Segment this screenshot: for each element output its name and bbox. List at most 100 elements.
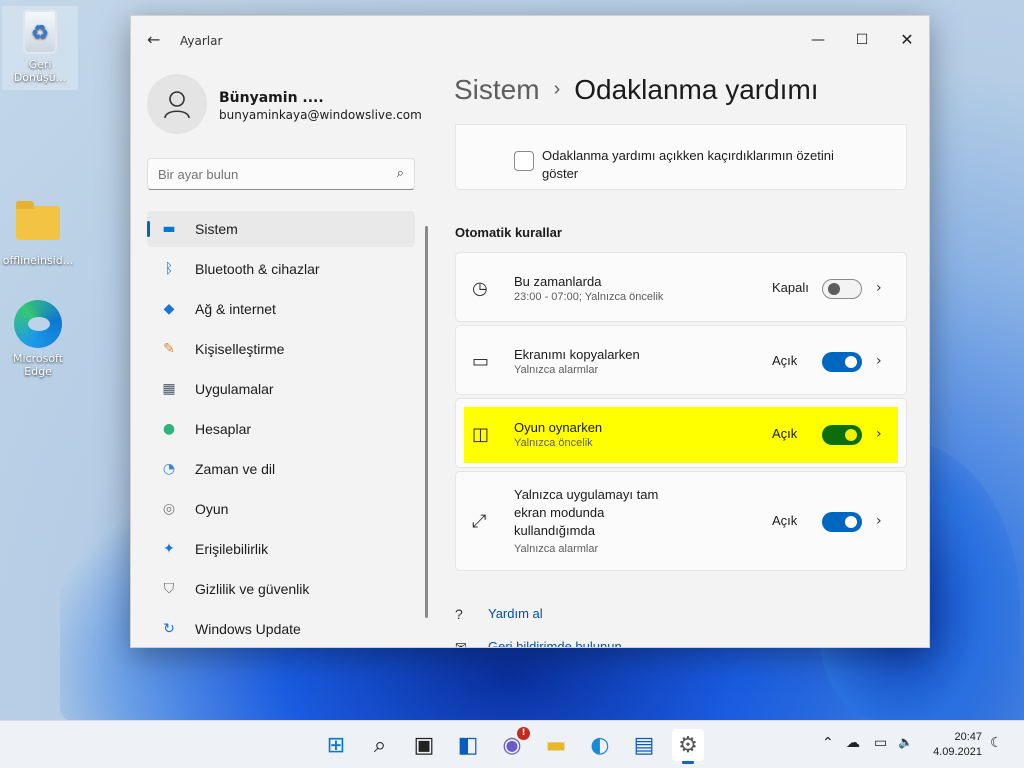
sidebar-item-uygulamalar[interactable]: ▦ Uygulamalar [147,371,415,407]
sidebar-item-eri-ilebilirlik[interactable]: ✦ Erişilebilirlik [147,531,415,567]
start-taskbar-button[interactable]: ⊞ [320,729,352,761]
edge-icon: ◐ [590,732,610,758]
rule-icon: ◫ [472,424,490,445]
notification-moon-icon[interactable]: ☾ [990,735,1003,751]
rule-card[interactable]: ◫ Oyun oynarken Yalnızca öncelik Açık › [455,398,907,468]
chat-taskbar-button[interactable]: ◉! [496,727,530,761]
widgets-taskbar-button[interactable]: ◧ [452,729,484,761]
sidebar-item-label: Oyun [195,501,229,517]
sidebar-item-oyun[interactable]: ◎ Oyun [147,491,415,527]
rule-toggle[interactable] [822,352,862,372]
taskbar: ⊞ ⌕ ▣ ◧ ◉! ▬ ◐ ▤ ⚙ ⌃ ☁ ▭ 🔈 20:47 4.09.2021 ☾ [0,720,1024,768]
notification-badge: ! [517,727,530,740]
sidebar-item-icon: ↻ [163,621,175,637]
sidebar-item-label: Sistem [195,221,238,237]
rule-toggle[interactable] [822,279,862,299]
chevron-right-icon[interactable]: › [876,353,882,369]
sidebar-item-windows-update[interactable]: ↻ Windows Update [147,611,415,647]
rule-card[interactable]: ◷ Bu zamanlarda 23:00 - 07:00; Yalnızca ön… [455,252,907,322]
network-icon[interactable]: ▭ [874,735,887,751]
edge-taskbar-button[interactable]: ◐ [584,729,616,761]
sidebar-item-a-internet[interactable]: ◆ Ağ & internet [147,291,415,327]
search-box[interactable]: ⌕ [147,158,415,190]
sidebar-item-icon: ◆ [163,301,175,317]
rule-state: Açık [772,426,798,441]
rule-toggle[interactable] [822,425,862,445]
sidebar-item-label: Ağ & internet [195,301,276,317]
rule-card[interactable]: ⤢ Yalnızca uygulamayı tam ekran modunda k… [455,471,907,571]
file-explorer-taskbar-button[interactable]: ▬ [540,729,572,761]
volume-icon[interactable]: 🔈 [898,735,913,749]
rule-title: Ekranımı kopyalarken [514,347,640,362]
store-icon: ▤ [633,732,655,758]
clock[interactable]: 20:47 4.09.2021 [930,730,982,760]
task-view-taskbar-button[interactable]: ▣ [408,729,440,761]
folder-icon [16,201,60,240]
search-icon[interactable]: ⌕ [397,166,404,181]
rule-subtitle: Yalnızca alarmlar [514,543,599,555]
search-taskbar-button[interactable]: ⌕ [364,729,396,761]
sidebar-item-zaman-ve-dil[interactable]: ◔ Zaman ve dil [147,451,415,487]
sidebar-item-icon: ⛉ [163,581,175,597]
sidebar-item-label: Windows Update [195,621,301,637]
desktop-icon-label: Microsoft Edge [12,352,64,378]
search-input[interactable] [148,159,368,189]
file-explorer-icon: ▬ [545,732,567,758]
sidebar-item-icon: ᛒ [164,261,174,277]
close-button[interactable]: ✕ [884,24,929,56]
sidebar-item-icon: ◔ [162,461,176,477]
tray-chevron-icon[interactable]: ⌃ [822,735,834,751]
widgets-icon: ◧ [457,732,479,758]
desktop-icon-edge[interactable]: Microsoft Edge [0,300,76,378]
sidebar-item-label: Erişilebilirlik [195,541,269,557]
sidebar-item-label: Hesaplar [195,421,252,437]
rule-toggle[interactable] [822,512,862,532]
clock-time: 20:47 [954,731,982,743]
store-taskbar-button[interactable]: ▤ [628,729,660,761]
sidebar-item-label: Gizlilik ve güvenlik [195,581,310,597]
onedrive-cloud-icon[interactable]: ☁ [846,735,860,751]
section-title: Otomatik kurallar [455,225,562,240]
scrollbar[interactable] [425,226,428,618]
rule-subtitle: Yalnızca alarmlar [514,364,599,376]
sidebar-item-gizlilik-ve-g-venlik[interactable]: ⛉ Gizlilik ve güvenlik [147,571,415,607]
sidebar-item-ki-iselle-tirme[interactable]: ✎ Kişiselleştirme [147,331,415,367]
desktop-icon-folder[interactable]: offlineinsid... [0,201,76,267]
chevron-right-icon[interactable]: › [876,280,882,296]
profile-email: bunyaminkaya@windowslive.com [219,108,422,122]
sidebar-item-label: Bluetooth & cihazlar [195,261,320,277]
avatar [147,74,207,134]
sidebar-item-bluetooth-cihazlar[interactable]: ᛒ Bluetooth & cihazlar [147,251,415,287]
clock-date: 4.09.2021 [933,746,982,758]
back-arrow-icon[interactable]: ← [147,30,160,49]
toggle-knob [845,429,857,441]
breadcrumb-sistem[interactable]: Sistem [454,74,540,105]
rule-subtitle: Yalnızca öncelik [514,437,593,449]
minimize-button[interactable]: — [795,24,841,56]
desktop-icon-label: offlineinsid... [2,254,74,267]
breadcrumb-separator-icon: › [553,78,561,100]
settings-taskbar-button[interactable]: ⚙ [672,729,704,764]
summary-option-card: Odaklanma yardımı açıkken kaçırdıklarımı… [455,124,907,190]
settings-icon: ⚙ [678,732,698,758]
start-icon: ⊞ [326,732,346,758]
chevron-right-icon[interactable]: › [876,513,882,529]
maximize-button[interactable]: ☐ [839,24,885,56]
sidebar-item-hesaplar[interactable]: ● Hesaplar [147,411,415,447]
feedback-link-label: Geri bildirimde bulunun [488,639,622,648]
rule-subtitle: 23:00 - 07:00; Yalnızca öncelik [514,291,664,303]
chevron-right-icon[interactable]: › [876,426,882,442]
rule-card[interactable]: ▭ Ekranımı kopyalarken Yalnızca alarmlar Aç… [455,325,907,395]
page-title: Sistem › Odaklanma yardımı [454,74,819,106]
summary-checkbox[interactable] [514,151,534,171]
app-title: Ayarlar [180,34,223,48]
desktop-icon-label: Geri Dönüşü... [13,58,67,84]
person-icon [164,91,190,119]
sidebar-item-icon: ▦ [162,381,176,397]
task-view-icon: ▣ [413,732,435,758]
sidebar-item-sistem[interactable]: ▬ Sistem [147,211,415,247]
rule-icon: ▭ [472,351,490,372]
feedback-icon: ✉ [455,639,467,648]
summary-checkbox-label: Odaklanma yardımı açıkken kaçırdıklarımı… [542,148,834,181]
desktop-icon-recycle-bin[interactable]: ♻ Geri Dönüşü... [2,6,78,90]
